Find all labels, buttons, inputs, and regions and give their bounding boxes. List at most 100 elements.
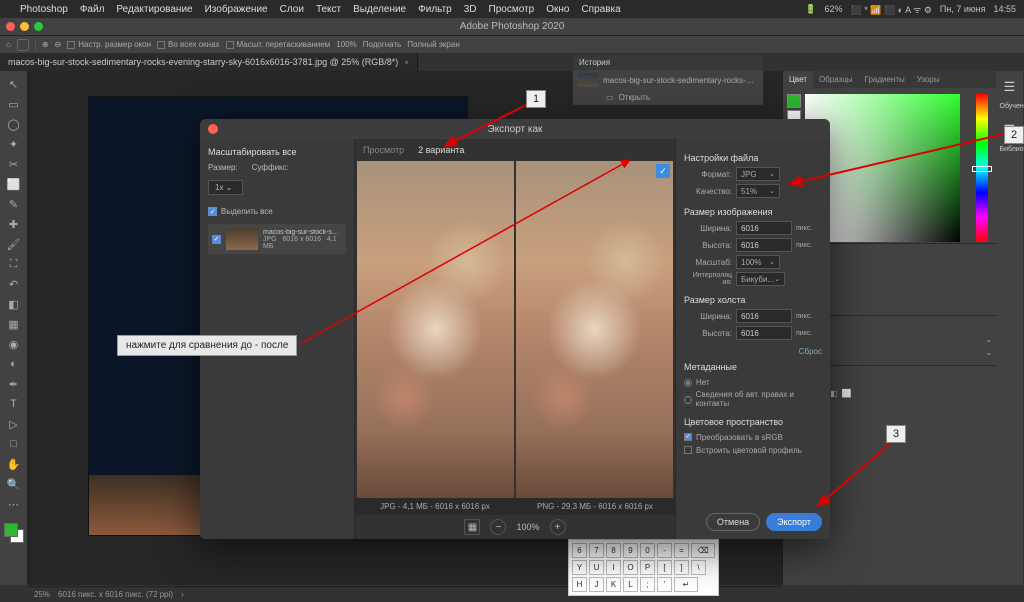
menu-select[interactable]: Выделение	[353, 4, 406, 15]
history-step[interactable]: ▭ Открыть	[573, 90, 763, 105]
menu-text[interactable]: Текст	[316, 4, 341, 15]
shape-tool-icon[interactable]: □	[5, 435, 23, 453]
reset-button[interactable]: Сброс	[684, 347, 822, 356]
key-\[interactable]: \	[691, 560, 706, 575]
type-tool-icon[interactable]: T	[5, 395, 23, 413]
key-K[interactable]: K	[606, 577, 621, 592]
metadata-none-radio[interactable]	[684, 379, 692, 387]
menu-file[interactable]: Файл	[80, 4, 105, 15]
key-⌫[interactable]: ⌫	[691, 543, 715, 558]
grid-icon[interactable]: ▦	[464, 519, 480, 535]
move-tool-icon[interactable]: ↖	[5, 75, 23, 93]
lasso-tool-icon[interactable]: ◯	[5, 115, 23, 133]
crop-tool-icon[interactable]: ✂	[5, 155, 23, 173]
libraries-panel-label[interactable]: Библиотеки	[998, 146, 1022, 153]
opt-all-windows[interactable]: Во всех окнах	[168, 40, 219, 49]
key-0[interactable]: 0	[640, 543, 655, 558]
wand-tool-icon[interactable]: ✦	[5, 135, 23, 153]
dialog-close-icon[interactable]	[208, 124, 218, 134]
tab-patterns[interactable]: Узоры	[911, 71, 946, 88]
zoom-in-button[interactable]: +	[550, 519, 566, 535]
cancel-button[interactable]: Отмена	[706, 513, 760, 531]
key-L[interactable]: L	[623, 577, 638, 592]
select-all-checkbox[interactable]: ✓	[208, 207, 217, 216]
history-brush-icon[interactable]: ↶	[5, 275, 23, 293]
height-input[interactable]: 6016	[736, 238, 792, 252]
key-8[interactable]: 8	[606, 543, 621, 558]
preview-right[interactable]: ✓	[516, 161, 673, 498]
status-chevron-icon[interactable]: ›	[181, 590, 184, 599]
window-controls[interactable]	[6, 22, 43, 31]
marquee-tool-icon[interactable]: ▭	[5, 95, 23, 113]
heal-tool-icon[interactable]: ✚	[5, 215, 23, 233]
opt-fit-button[interactable]: Подогнать	[363, 40, 402, 49]
stamp-tool-icon[interactable]: ⛶	[5, 255, 23, 273]
canvas-height-input[interactable]: 6016	[736, 326, 792, 340]
menu-window[interactable]: Окно	[546, 4, 569, 15]
menu-help[interactable]: Справка	[581, 4, 620, 15]
key-[[interactable]: [	[657, 560, 672, 575]
eyedropper-tool-icon[interactable]: ✎	[5, 195, 23, 213]
status-zoom[interactable]: 25%	[34, 590, 50, 599]
width-input[interactable]: 6016	[736, 221, 792, 235]
eraser-tool-icon[interactable]: ◧	[5, 295, 23, 313]
history-item[interactable]: macos-big-sur-stock-sedimentary-rocks-ev…	[573, 70, 763, 90]
export-asset-row[interactable]: ✓ macos-big-sur-stock-sedime... JPG 6016…	[208, 224, 346, 254]
key-7[interactable]: 7	[589, 543, 604, 558]
hand-tool-icon[interactable]: ✋	[5, 455, 23, 473]
menu-app[interactable]: Photoshop	[20, 4, 68, 15]
tab-gradients[interactable]: Градиенты	[859, 71, 911, 88]
key-Y[interactable]: Y	[572, 560, 587, 575]
learn-panel-icon[interactable]: ☰	[1004, 79, 1016, 95]
menu-layers[interactable]: Слои	[280, 4, 304, 15]
opt-fullscreen-button[interactable]: Полный экран	[407, 40, 459, 49]
doc-tab-close-icon[interactable]: ×	[404, 58, 409, 67]
zoom-out-icon[interactable]: ⊖	[55, 40, 62, 49]
key--[interactable]: -	[657, 543, 672, 558]
key-9[interactable]: 9	[623, 543, 638, 558]
dodge-tool-icon[interactable]: ◐	[5, 355, 23, 373]
virtual-keyboard[interactable]: 67890-=⌫ YUIOP[]\ HJKL;'↵	[568, 539, 719, 596]
quality-select[interactable]: 51%	[736, 184, 780, 198]
zoom-tool-icon[interactable]	[17, 39, 29, 51]
zoom-out-button[interactable]: −	[490, 519, 506, 535]
tab-two-variants[interactable]: 2 варианта	[418, 145, 464, 155]
export-scale-select[interactable]: 1x ⌄	[208, 180, 243, 195]
key-U[interactable]: U	[589, 560, 604, 575]
menu-3d[interactable]: 3D	[464, 4, 477, 15]
tab-swatches[interactable]: Образцы	[813, 71, 859, 88]
asset-checkbox[interactable]: ✓	[212, 235, 221, 244]
color-swatch[interactable]	[4, 523, 24, 543]
zoom-in-icon[interactable]: ⊕	[42, 40, 49, 49]
edit-toolbar-icon[interactable]: ⋯	[5, 495, 23, 513]
metadata-copyright-radio[interactable]	[684, 396, 692, 404]
menu-filter[interactable]: Фильтр	[418, 4, 452, 15]
brush-tool-icon[interactable]: 🖌	[5, 235, 23, 253]
srgb-checkbox[interactable]: ✓	[684, 433, 692, 441]
key-↵[interactable]: ↵	[674, 577, 698, 592]
tab-preview[interactable]: Просмотр	[363, 145, 404, 155]
zoom-tool-icon[interactable]: 🔍	[5, 475, 23, 493]
pen-tool-icon[interactable]: ✒	[5, 375, 23, 393]
key-P[interactable]: P	[640, 560, 655, 575]
preview-left[interactable]	[357, 161, 514, 498]
opt-zoom-pct[interactable]: 100%	[336, 40, 356, 49]
menu-edit[interactable]: Редактирование	[116, 4, 192, 15]
key-;[interactable]: ;	[640, 577, 655, 592]
path-tool-icon[interactable]: ▷	[5, 415, 23, 433]
tab-color[interactable]: Цвет	[783, 71, 813, 88]
blur-tool-icon[interactable]: ◉	[5, 335, 23, 353]
hue-slider[interactable]	[976, 94, 988, 242]
export-button[interactable]: Экспорт	[766, 513, 822, 531]
doc-tab[interactable]: macos-big-sur-stock-sedimentary-rocks-ev…	[0, 53, 418, 71]
interpolation-select[interactable]: Бикуби...	[736, 272, 785, 286]
opt-scrubby-zoom[interactable]: Масшт. перетаскиванием	[237, 40, 331, 49]
opt-resize-windows[interactable]: Настр. размер окон	[78, 40, 151, 49]
frame-tool-icon[interactable]: ⬜	[5, 175, 23, 193]
key-][interactable]: ]	[674, 560, 689, 575]
embed-profile-checkbox[interactable]	[684, 446, 692, 454]
canvas-width-input[interactable]: 6016	[736, 309, 792, 323]
learn-panel-label[interactable]: Обучение	[998, 103, 1022, 110]
scale-select[interactable]: 100%	[736, 255, 780, 269]
key-'[interactable]: '	[657, 577, 672, 592]
